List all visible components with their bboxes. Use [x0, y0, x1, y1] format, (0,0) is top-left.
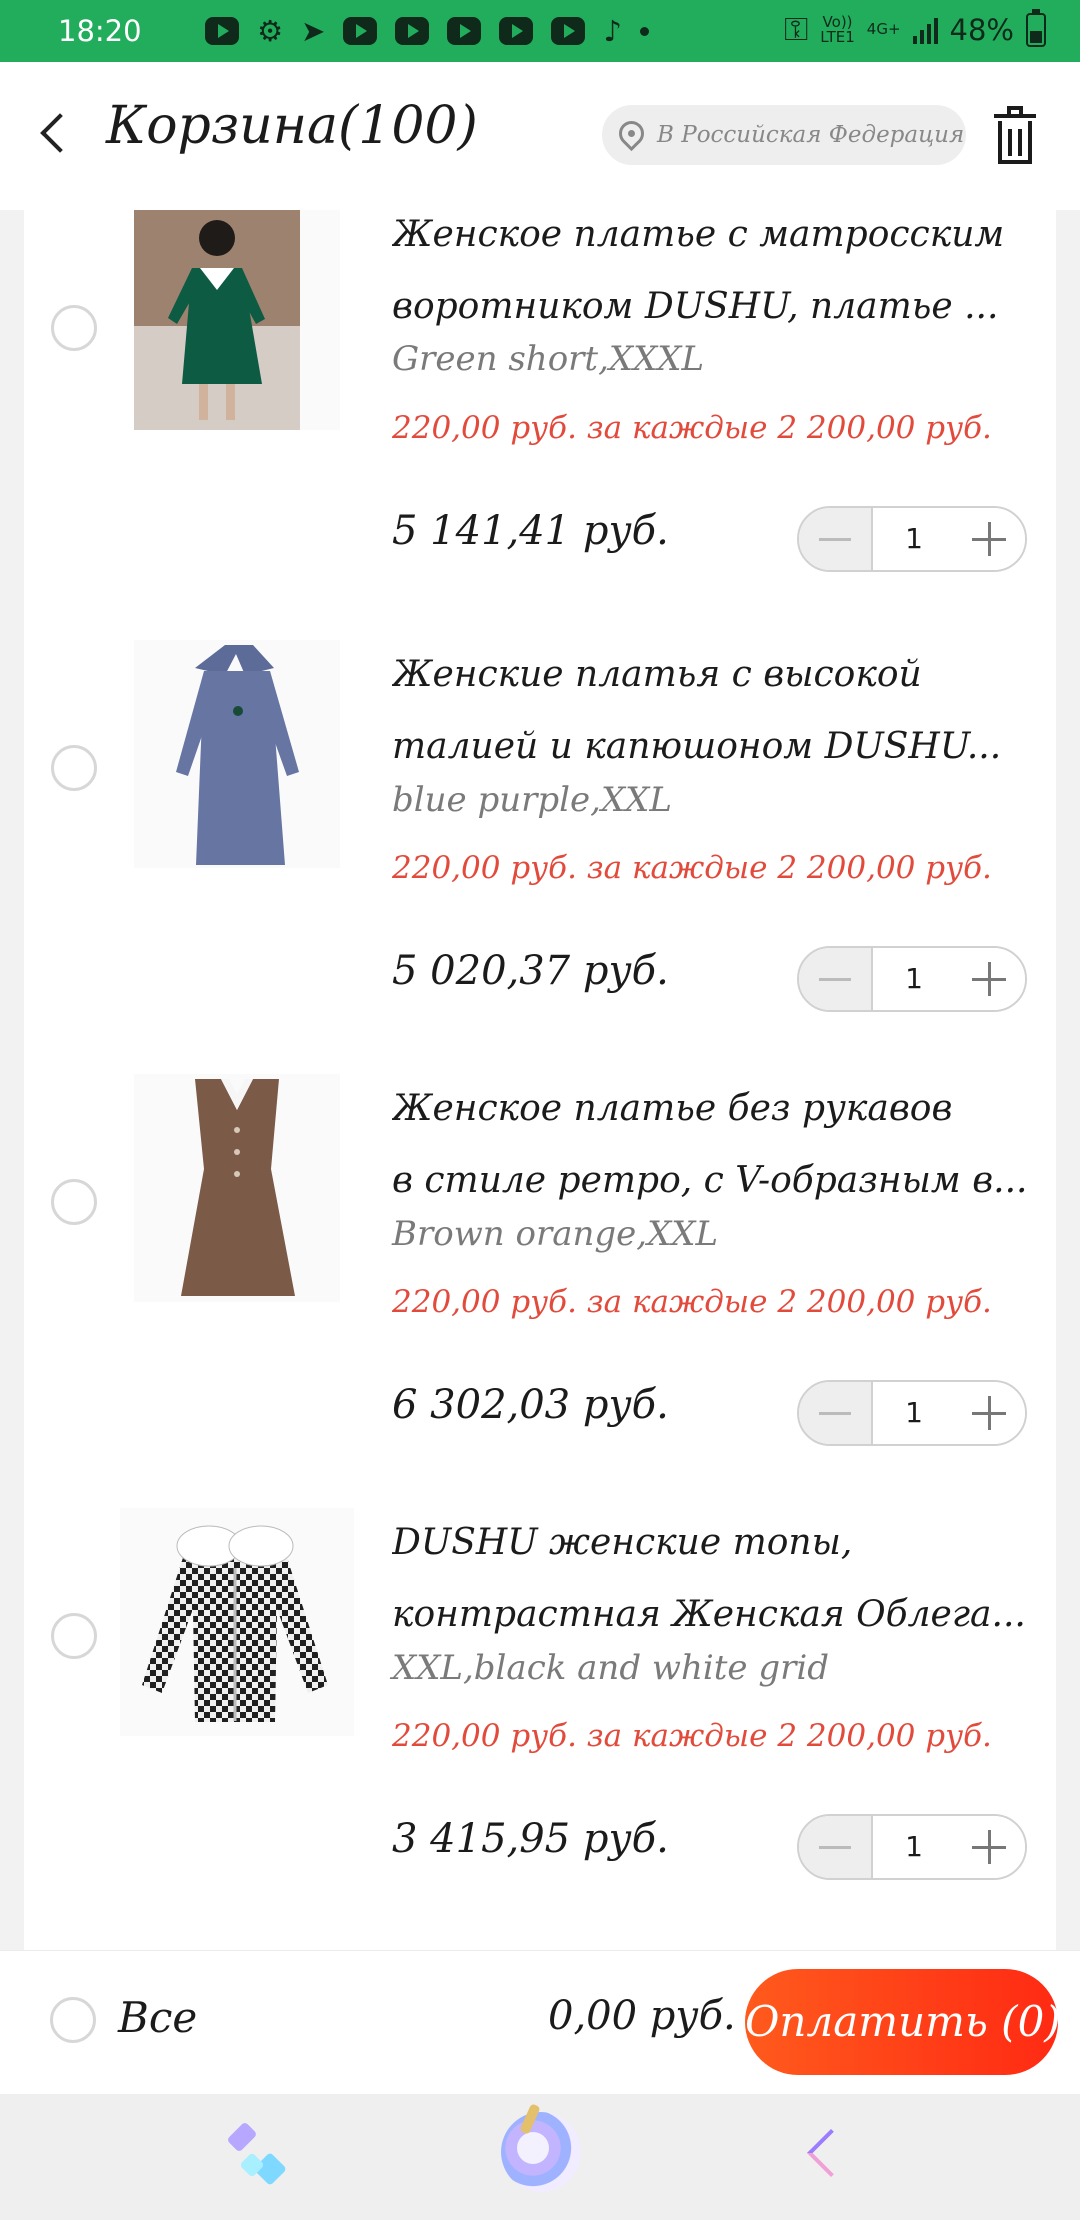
product-image[interactable]	[120, 1508, 354, 1736]
green-dress-image	[134, 210, 340, 430]
unicorn-icon[interactable]	[501, 2112, 581, 2192]
product-title-line-1[interactable]: Женское платье без рукавов	[392, 1073, 1044, 1145]
system-status: ⚿ Vo)) LTE1 4G+ 48%	[783, 8, 1046, 49]
product-image[interactable]	[134, 210, 340, 430]
increase-quantity-button[interactable]	[953, 508, 1025, 570]
status-time: 18:20	[58, 14, 142, 48]
more-notifications-icon	[639, 26, 649, 36]
status-bar: 18:20 ⚙ ➤ ♪ ⚿ Vo)) LTE1 4G+ 48%	[0, 0, 1080, 62]
quantity-stepper[interactable]: 1	[797, 1814, 1027, 1880]
product-image[interactable]	[134, 1074, 340, 1302]
cart-item-blue-dress: Женские платья с высокой талией и капюшо…	[24, 636, 1056, 1070]
decrease-quantity-button[interactable]	[799, 948, 871, 1010]
back-arrow-icon	[40, 113, 80, 153]
decrease-quantity-button[interactable]	[799, 1816, 871, 1878]
music-note-icon: ♪	[603, 14, 622, 48]
select-all-label[interactable]: Все	[118, 1993, 197, 2042]
location-pin-icon	[613, 115, 650, 152]
quantity-value[interactable]: 1	[871, 508, 957, 570]
blue-dress-image	[134, 640, 340, 868]
decrease-quantity-button[interactable]	[799, 1382, 871, 1444]
trash-line	[1018, 129, 1022, 156]
quantity-value[interactable]: 1	[871, 1816, 957, 1878]
cart-header: Корзина(100) В Российская Федерация	[0, 62, 1080, 210]
youtube-icon	[395, 17, 430, 45]
product-title-line-2[interactable]: талией и капюшоном DUSHU...	[392, 711, 1044, 783]
crystals-icon[interactable]	[226, 2121, 292, 2188]
network-speed: 4G+	[866, 20, 901, 38]
network-status: Vo)) LTE1	[820, 14, 855, 46]
promo-text: 220,00 руб. за каждые 2 200,00 руб.	[392, 1284, 992, 1320]
product-price: 6 302,03 руб.	[392, 1382, 669, 1428]
total-price: 0,00 руб.	[548, 1993, 736, 2039]
battery-icon	[1026, 8, 1046, 47]
cart-item-brown-dress: Женское платье без рукавов в стиле ретро…	[24, 1070, 1056, 1504]
youtube-icon	[205, 17, 239, 45]
product-title-line-1[interactable]: Женское платье с матросским	[392, 210, 1044, 271]
product-title-line-2[interactable]: воротником DUSHU, платье ...	[392, 271, 1044, 343]
back-button[interactable]	[34, 106, 84, 166]
product-variant[interactable]: Green short,XXXL	[392, 339, 704, 379]
battery-fill	[1030, 30, 1042, 43]
product-variant[interactable]: blue purple,XXL	[392, 780, 672, 820]
signal-icon	[912, 16, 938, 44]
back-icon[interactable]	[802, 2128, 844, 2184]
cart-item-green-dress: Женское платье с матросским воротником D…	[24, 210, 1056, 636]
plaid-top-image	[120, 1508, 354, 1736]
decrease-quantity-button[interactable]	[799, 508, 871, 570]
quantity-value[interactable]: 1	[871, 1382, 957, 1444]
product-image[interactable]	[134, 640, 340, 868]
increase-quantity-button[interactable]	[953, 1382, 1025, 1444]
product-price: 3 415,95 руб.	[392, 1816, 669, 1862]
youtube-icon	[343, 17, 378, 45]
item-checkbox[interactable]	[51, 745, 97, 791]
network-mid-label: LTE1	[820, 27, 855, 46]
product-variant[interactable]: XXL,black and white grid	[392, 1648, 829, 1688]
select-all-checkbox[interactable]	[50, 1997, 96, 2043]
promo-text: 220,00 руб. за каждые 2 200,00 руб.	[392, 1718, 992, 1754]
increase-quantity-button[interactable]	[953, 948, 1025, 1010]
product-title-line-1[interactable]: Женские платья с высокой	[392, 639, 1044, 711]
item-checkbox[interactable]	[51, 305, 97, 351]
cart-items-panel: Женское платье с матросским воротником D…	[24, 210, 1056, 1950]
increase-quantity-button[interactable]	[953, 1816, 1025, 1878]
item-checkbox[interactable]	[51, 1179, 97, 1225]
trash-icon	[998, 121, 1032, 164]
trash-line	[1008, 129, 1012, 156]
product-title-line-2[interactable]: контрастная Женская Облега...	[392, 1579, 1044, 1651]
quantity-stepper[interactable]: 1	[797, 946, 1027, 1012]
quantity-value[interactable]: 1	[871, 948, 957, 1010]
brown-dress-image	[134, 1074, 340, 1302]
battery-percent: 48%	[949, 12, 1014, 47]
delete-button[interactable]	[990, 106, 1040, 166]
youtube-icon	[447, 17, 482, 45]
product-price: 5 141,41 руб.	[392, 508, 669, 554]
notification-icons: ⚙ ➤ ♪	[205, 15, 649, 47]
quantity-stepper[interactable]: 1	[797, 1380, 1027, 1446]
checkout-bar: Все 0,00 руб. Оплатить (0)	[0, 1950, 1080, 2094]
product-variant[interactable]: Brown orange,XXL	[392, 1214, 718, 1254]
promo-text: 220,00 руб. за каждые 2 200,00 руб.	[392, 410, 992, 446]
trash-lid	[994, 114, 1036, 118]
product-title-line-2[interactable]: в стиле ретро, с V-образным в...	[392, 1145, 1044, 1217]
quantity-stepper[interactable]: 1	[797, 506, 1027, 572]
item-checkbox[interactable]	[51, 1613, 97, 1659]
pay-button[interactable]: Оплатить (0)	[745, 1969, 1061, 2075]
key-icon: ⚿	[783, 10, 809, 48]
cart-item-plaid-top: DUSHU женские топы, контрастная Женская …	[24, 1504, 1056, 1938]
telegram-icon: ➤	[301, 14, 326, 48]
navigation-bar	[0, 2094, 1080, 2220]
product-title-line-1[interactable]: DUSHU женские топы,	[392, 1507, 1044, 1579]
promo-text: 220,00 руб. за каждые 2 200,00 руб.	[392, 850, 992, 886]
youtube-icon	[499, 17, 534, 45]
page-title: Корзина(100)	[106, 96, 478, 156]
settings-icon: ⚙	[257, 14, 283, 48]
product-price: 5 020,37 руб.	[392, 948, 669, 994]
region-label: В Российская Федерация	[657, 122, 965, 148]
region-selector[interactable]: В Российская Федерация	[602, 105, 966, 165]
youtube-icon	[551, 17, 586, 45]
